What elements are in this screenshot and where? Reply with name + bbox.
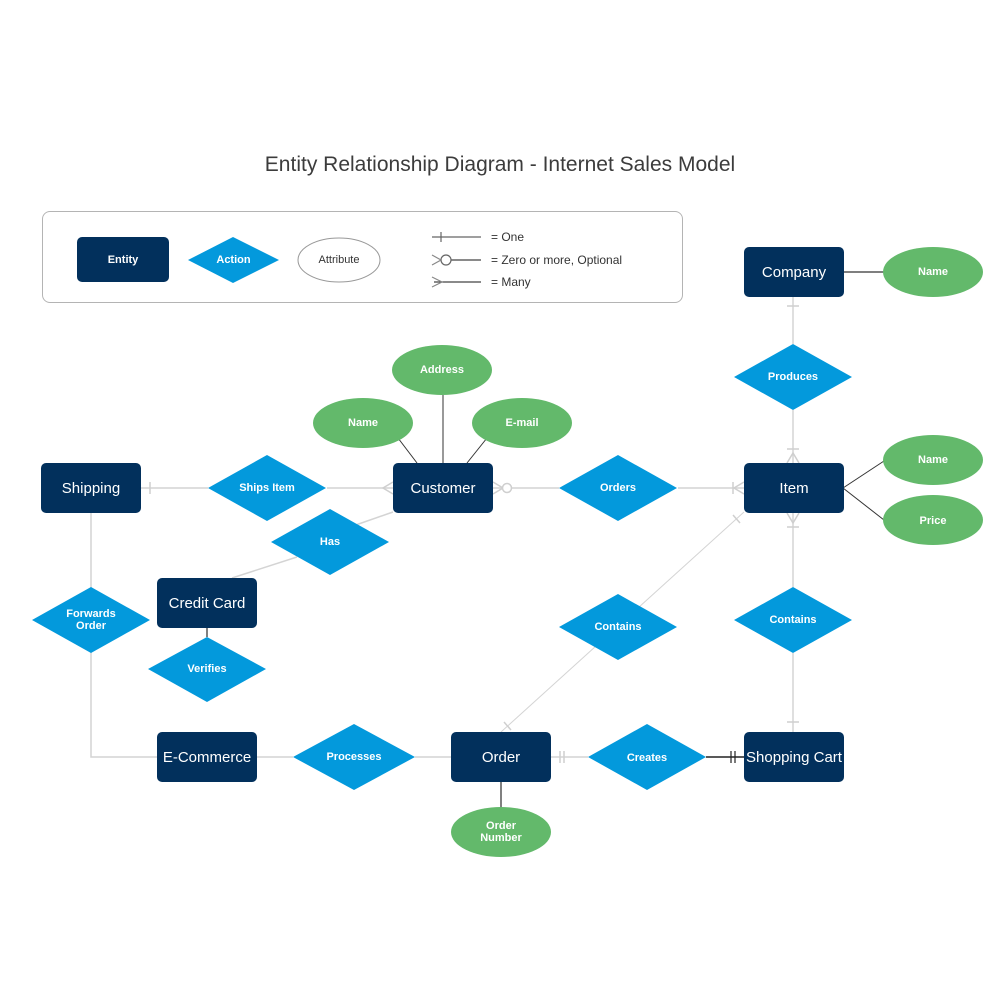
action-contains-cart[interactable]: Contains	[744, 610, 842, 630]
attr-order-number[interactable]: Order Number	[471, 817, 531, 847]
attr-line-item-price	[842, 487, 885, 521]
legend-zero-label: = Zero or more, Optional	[491, 253, 623, 267]
entity-credit-card[interactable]: Credit Card	[157, 578, 257, 628]
connector-has-creditcard	[231, 556, 298, 579]
attr-item-price[interactable]: Price	[893, 511, 973, 531]
action-has[interactable]: Has	[281, 532, 379, 552]
entity-ecommerce[interactable]: E-Commerce	[157, 732, 257, 782]
action-orders[interactable]: Orders	[569, 478, 667, 498]
action-forwards-order[interactable]: Forwards Order	[57, 605, 125, 635]
attr-line-item-name	[842, 460, 885, 489]
diagram-title: Entity Relationship Diagram - Internet S…	[264, 153, 736, 176]
legend-action-label: Action	[216, 254, 251, 266]
action-contains-order[interactable]: Contains	[569, 617, 667, 637]
action-verifies[interactable]: Verifies	[158, 659, 256, 679]
action-ships-item[interactable]: Ships Item	[218, 478, 316, 498]
attr-line-customer-name	[397, 437, 418, 464]
legend-entity-box: Entity	[77, 237, 169, 282]
attr-company-name[interactable]: Name	[893, 262, 973, 282]
entity-company[interactable]: Company	[744, 247, 844, 297]
action-produces[interactable]: Produces	[744, 367, 842, 387]
entity-shopping-cart[interactable]: Shopping Cart	[744, 732, 844, 782]
legend-attribute-label: Attribute	[318, 254, 360, 266]
attr-customer-address[interactable]: Address	[402, 360, 482, 380]
card-zero-customer	[501, 482, 513, 494]
legend-one-label: = One	[491, 230, 525, 244]
entity-shipping[interactable]: Shipping	[41, 463, 141, 513]
attr-customer-name[interactable]: Name	[323, 413, 403, 433]
attr-line-customer-email	[466, 437, 488, 464]
entity-order[interactable]: Order	[451, 732, 551, 782]
legend-many-label: = Many	[491, 275, 531, 289]
entity-item[interactable]: Item	[744, 463, 844, 513]
attr-item-name[interactable]: Name	[893, 450, 973, 470]
attr-customer-email[interactable]: E-mail	[482, 413, 562, 433]
entity-customer[interactable]: Customer	[393, 463, 493, 513]
action-processes[interactable]: Processes	[305, 747, 403, 767]
action-creates[interactable]: Creates	[598, 748, 696, 768]
er-diagram-canvas	[32, 232, 983, 857]
